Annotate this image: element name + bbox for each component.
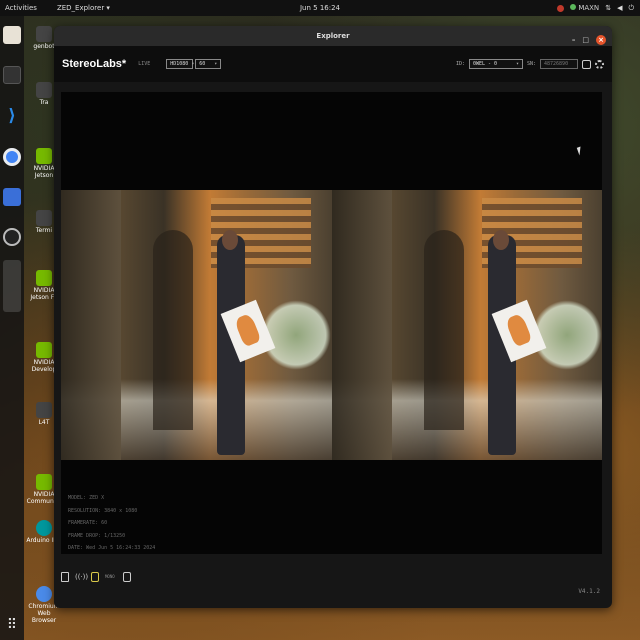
explorer-toolbar: StereoLabs* LIVE HD1080 ▾ 60 ▾ ID: 0WEL - … xyxy=(54,46,612,82)
window-title: Explorer xyxy=(316,32,350,40)
sn-label: SN: xyxy=(526,61,536,67)
chevron-down-icon: ▾ xyxy=(191,61,195,67)
volume-icon[interactable]: ◀ xyxy=(617,4,622,12)
app-menu[interactable]: ZED_Explorer ▾ xyxy=(57,4,110,12)
close-icon[interactable]: × xyxy=(596,35,606,45)
chromium-icon xyxy=(36,586,52,602)
desktop-icon-label: NVIDIA Develop xyxy=(31,359,57,373)
window-preview[interactable] xyxy=(3,260,21,312)
resolution-select[interactable]: HD1080 ▾ xyxy=(166,59,195,69)
right-camera-image xyxy=(331,190,602,460)
explorer-window: Explorer – □ × StereoLabs* LIVE HD1080 ▾ … xyxy=(54,26,612,608)
video-viewer[interactable]: MODEL: ZED X RESOLUTION: 3840 x 1080 FRA… xyxy=(61,92,602,554)
desktop-icon-label: NVIDIA Jetson xyxy=(33,165,55,179)
stereo-video-feed xyxy=(61,190,602,460)
brand-logo: StereoLabs* xyxy=(62,58,127,70)
window-titlebar[interactable]: Explorer – □ × xyxy=(54,26,612,46)
power-mode-icon xyxy=(570,4,577,10)
status-icon[interactable] xyxy=(557,4,565,12)
network-icon[interactable]: ⇅ xyxy=(605,4,611,12)
camera-info-overlay: MODEL: ZED X RESOLUTION: 3840 x 1080 FRA… xyxy=(68,492,155,555)
info-framerate: FRAMERATE: 60 xyxy=(68,520,108,527)
info-frame-drop: FRAME DROP: 1/13250 xyxy=(68,532,126,539)
stream-icon[interactable]: ((·)) xyxy=(75,572,88,582)
nvidia-icon xyxy=(36,148,52,164)
camera-selector: ID: 0WEL - 0 ▾ SN: 48726890 xyxy=(456,59,604,69)
info-resolution: RESOLUTION: 3840 x 1080 xyxy=(68,507,138,514)
resolution-select-value: HD1080 xyxy=(170,61,189,67)
terminal-icon[interactable] xyxy=(3,66,21,84)
live-label: LIVE xyxy=(138,61,151,67)
version-label: V4.1.2 xyxy=(578,588,600,595)
id-label: ID: xyxy=(455,61,465,67)
chrome-icon[interactable] xyxy=(3,148,21,166)
nvidia-icon xyxy=(36,270,52,286)
mono-toggle[interactable]: MONO xyxy=(105,572,117,582)
desktop-icon-label: Tra xyxy=(39,99,49,106)
vscode-icon[interactable]: ⟩ xyxy=(3,107,21,125)
file-icon[interactable] xyxy=(61,572,69,582)
trash-icon xyxy=(36,82,52,98)
power-icon[interactable]: ⏻ xyxy=(628,4,634,13)
nvidia-icon xyxy=(36,474,52,490)
obs-icon[interactable] xyxy=(3,228,21,246)
system-tray[interactable]: MAXN ⇅ ◀ ⏻ xyxy=(557,4,634,13)
home-icon xyxy=(36,26,52,42)
desktop-icon-label: Termi xyxy=(35,227,53,234)
fps-select[interactable]: 60 ▾ xyxy=(195,59,222,69)
camera-icon[interactable] xyxy=(123,572,131,582)
nvidia-icon xyxy=(36,342,52,358)
files-icon[interactable] xyxy=(3,26,21,44)
left-camera-image xyxy=(61,190,332,460)
activities-button[interactable]: Activities xyxy=(5,4,37,12)
clock[interactable]: Jun 5 16:24 xyxy=(300,4,340,12)
gear-icon[interactable] xyxy=(595,59,604,69)
dock: ⟩ ⠿ xyxy=(0,16,24,640)
power-mode-label: MAXN xyxy=(578,4,600,12)
info-date: DATE: Wed Jun 5 16:24:33 2024 xyxy=(68,545,156,552)
desktop-icon-label: genbot xyxy=(33,43,55,50)
doc-icon xyxy=(36,402,52,418)
chevron-down-icon: ▾ xyxy=(515,61,519,67)
arduino-icon xyxy=(36,520,52,536)
chevron-down-icon: ▾ xyxy=(214,61,218,67)
power-mode[interactable]: MAXN xyxy=(570,4,599,12)
serial-number-field: 48726890 xyxy=(540,59,578,69)
camera-id-select-value: 0WEL - 0 xyxy=(472,61,498,67)
record-icon[interactable] xyxy=(91,572,99,582)
bottom-toolbar: ((·)) MONO V4.1.2 xyxy=(54,560,612,608)
camera-id-select[interactable]: 0WEL - 0 ▾ xyxy=(468,59,523,69)
fullscreen-icon[interactable] xyxy=(582,59,591,69)
top-bar: Activities ZED_Explorer ▾ Jun 5 16:24 MA… xyxy=(0,0,640,16)
fps-select-value: 60 xyxy=(199,61,206,67)
app-grid-icon[interactable]: ⠿ xyxy=(3,616,21,634)
app-icon[interactable] xyxy=(3,188,21,206)
terminal-icon xyxy=(36,210,52,226)
desktop-icon-label: L4T xyxy=(38,419,50,426)
info-model: MODEL: ZED X xyxy=(68,495,105,501)
bottom-icons: ((·)) MONO xyxy=(61,572,131,582)
